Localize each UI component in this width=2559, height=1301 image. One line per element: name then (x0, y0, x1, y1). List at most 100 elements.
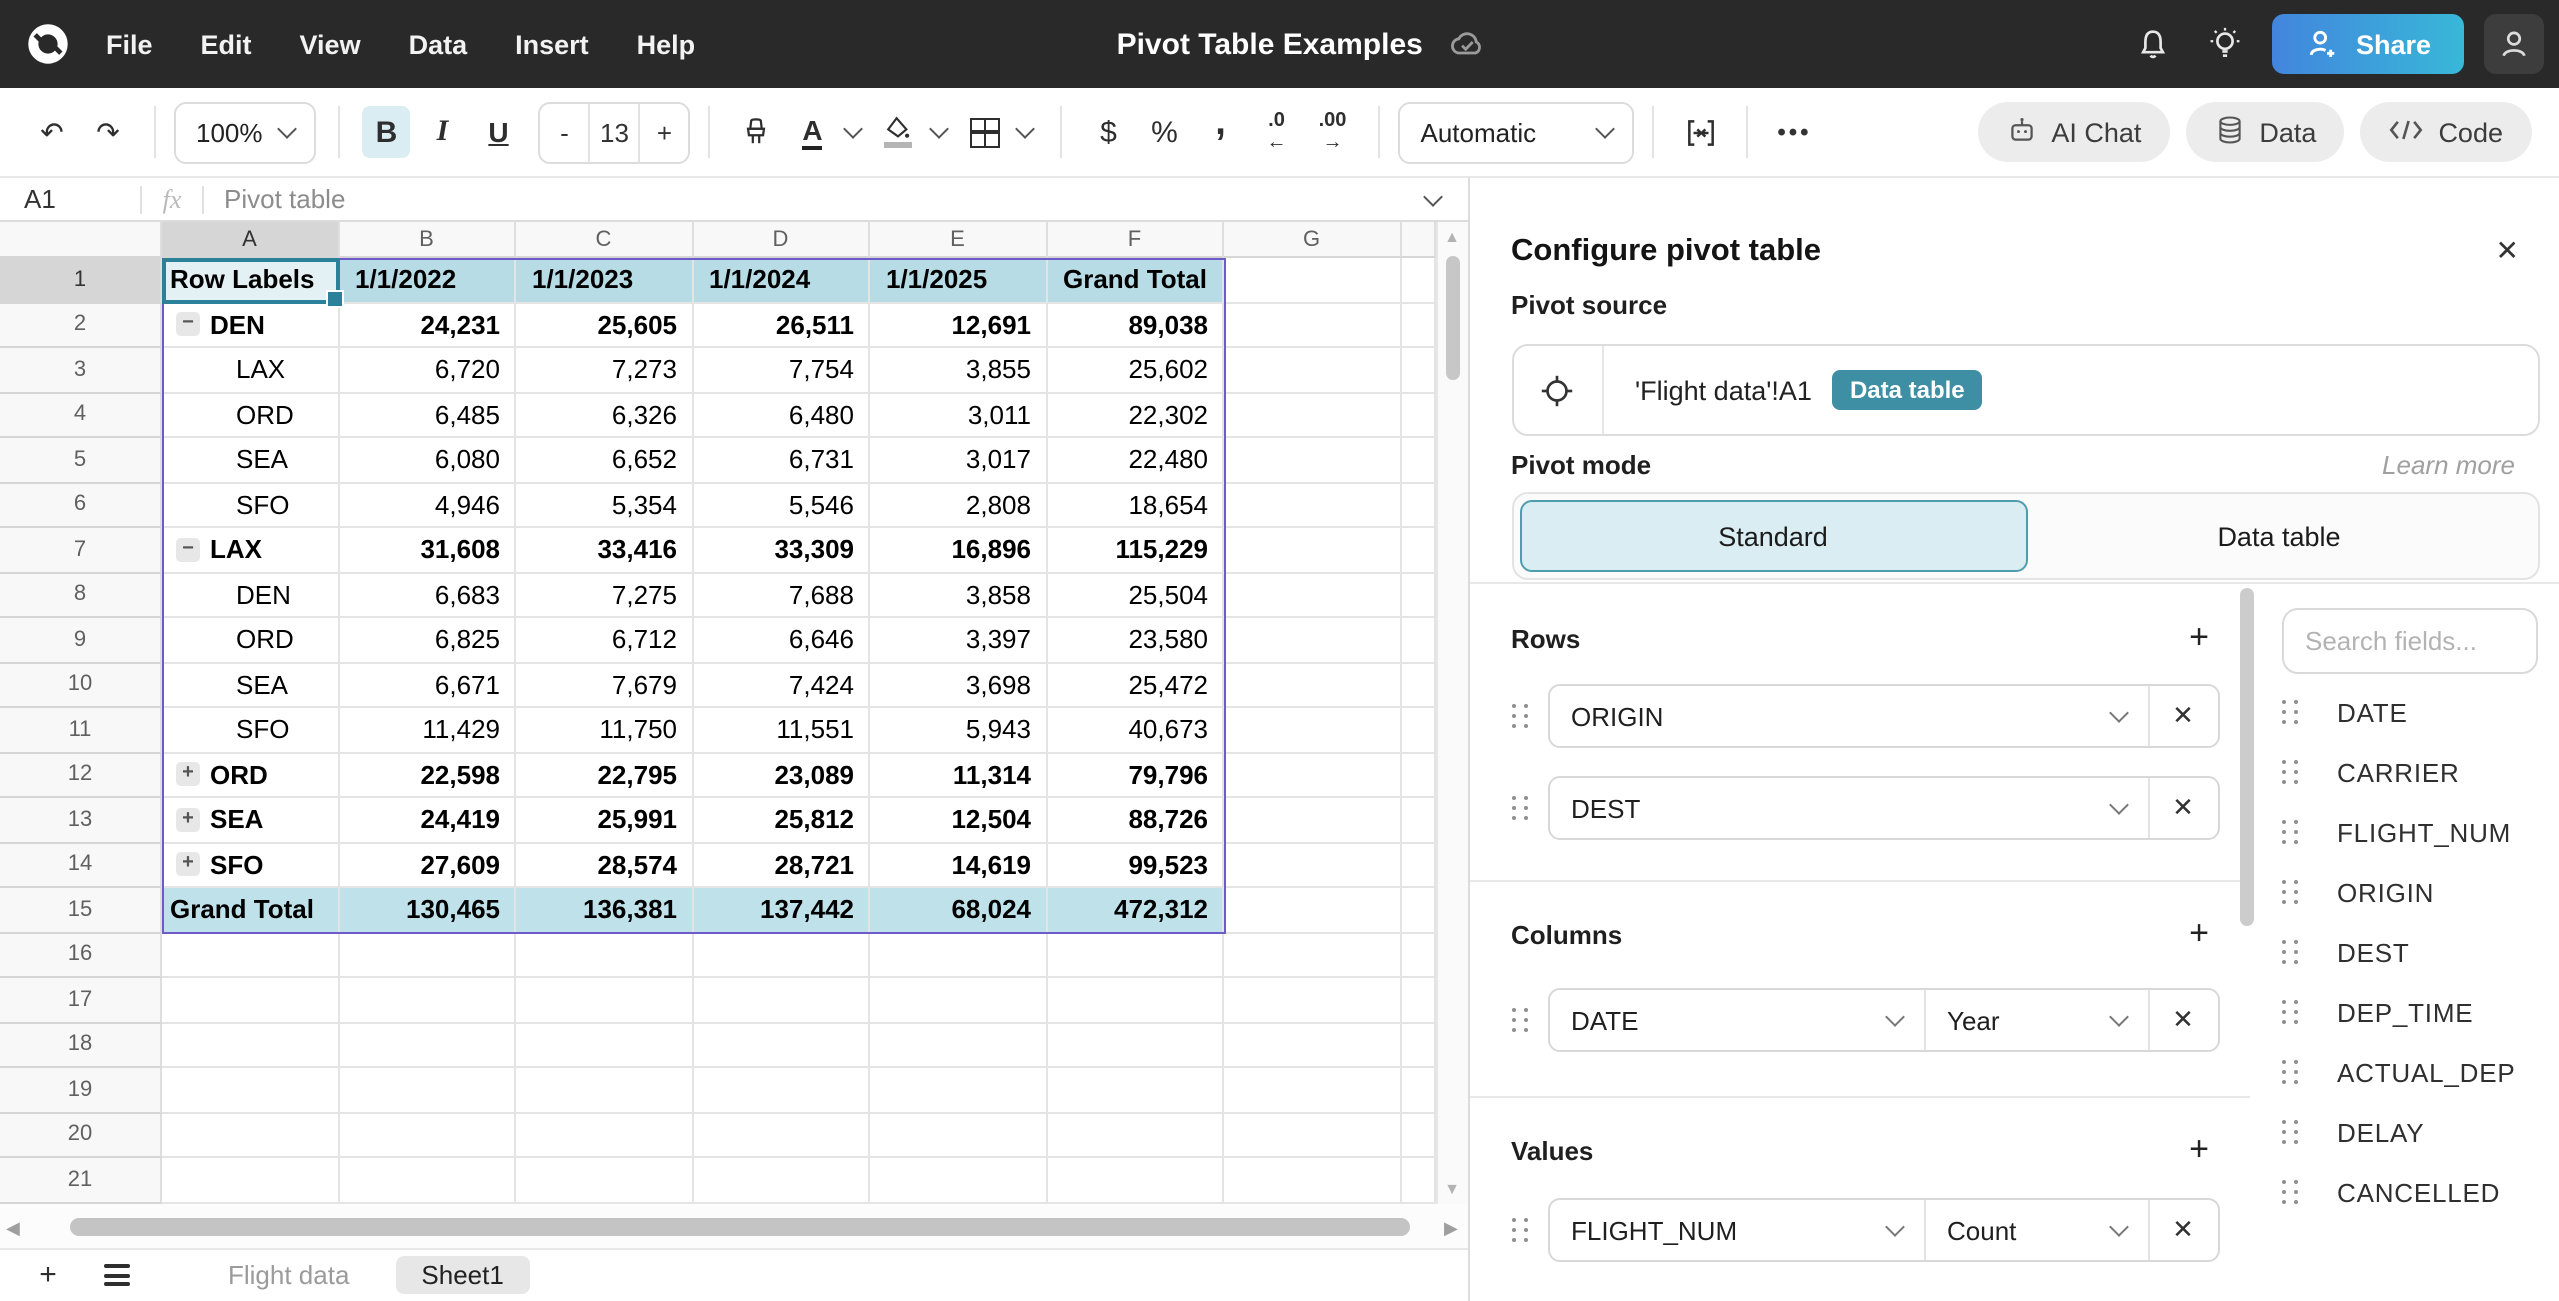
close-icon[interactable]: ✕ (2496, 234, 2519, 268)
drag-handle-icon[interactable] (2281, 759, 2299, 785)
cell-C20[interactable] (516, 1113, 693, 1158)
cell-D15[interactable]: 137,442 (693, 888, 870, 933)
cell-B12[interactable]: 22,598 (339, 753, 516, 798)
cell-G7[interactable] (1224, 528, 1401, 573)
cell-D17[interactable] (693, 978, 870, 1023)
row-header-10[interactable]: 10 (0, 663, 162, 708)
cell-A9[interactable]: ORD (162, 618, 339, 663)
cell-E3[interactable]: 3,855 (870, 348, 1047, 393)
column-header-B[interactable]: B (339, 222, 516, 258)
sheet-tab-flight-data[interactable]: Flight data (202, 1257, 375, 1295)
underline-button[interactable]: U (475, 106, 523, 158)
cell-D16[interactable] (693, 933, 870, 978)
cell-B21[interactable] (339, 1158, 516, 1203)
cell-D3[interactable]: 7,754 (693, 348, 870, 393)
row-header-11[interactable]: 11 (0, 708, 162, 753)
cell-A7[interactable]: −LAX (162, 528, 339, 573)
cell-C1[interactable]: 1/1/2023 (516, 258, 693, 303)
cell-A1[interactable]: Row Labels (162, 258, 339, 303)
cell-G3[interactable] (1224, 348, 1401, 393)
cell-D4[interactable]: 6,480 (693, 393, 870, 438)
cell-A11[interactable]: SFO (162, 708, 339, 753)
row-header-8[interactable]: 8 (0, 573, 162, 618)
cell-G17[interactable] (1224, 978, 1401, 1023)
drag-handle-icon[interactable] (2281, 879, 2299, 905)
row-header-3[interactable]: 3 (0, 348, 162, 393)
notifications-bell-icon[interactable] (2128, 18, 2180, 70)
cell-F6[interactable]: 18,654 (1047, 483, 1224, 528)
cell-B3[interactable]: 6,720 (339, 348, 516, 393)
menu-file[interactable]: File (106, 29, 153, 59)
cell-G20[interactable] (1224, 1113, 1401, 1158)
cell-B2[interactable]: 24,231 (339, 303, 516, 348)
cell-A6[interactable]: SFO (162, 483, 339, 528)
row-toggle-expand[interactable]: + (176, 853, 200, 877)
cell-F2[interactable]: 89,038 (1047, 303, 1224, 348)
drag-handle-icon[interactable] (2281, 939, 2299, 965)
cell-B15[interactable]: 130,465 (339, 888, 516, 933)
menu-insert[interactable]: Insert (515, 29, 589, 59)
comma-format-button[interactable]: , (1197, 98, 1245, 166)
cell-A16[interactable] (162, 933, 339, 978)
field-item-dep_time[interactable]: DEP_TIME (2281, 982, 2559, 1042)
field-item-dest[interactable]: DEST (2281, 922, 2559, 982)
cell-C21[interactable] (516, 1158, 693, 1203)
row-header-18[interactable]: 18 (0, 1023, 162, 1068)
cell-B16[interactable] (339, 933, 516, 978)
cell-A8[interactable]: DEN (162, 573, 339, 618)
cell-C10[interactable]: 7,679 (516, 663, 693, 708)
field-item-origin[interactable]: ORIGIN (2281, 862, 2559, 922)
cell-D19[interactable] (693, 1068, 870, 1113)
cell-B10[interactable]: 6,671 (339, 663, 516, 708)
cell-B13[interactable]: 24,419 (339, 798, 516, 843)
cell-D5[interactable]: 6,731 (693, 438, 870, 483)
horizontal-scrollbar[interactable]: ◀ ▶ (0, 1203, 1467, 1250)
cell-B14[interactable]: 27,609 (339, 843, 516, 888)
formula-input[interactable]: Pivot table (204, 184, 345, 214)
cell-G11[interactable] (1224, 708, 1401, 753)
cell-reference-box[interactable]: A1 (0, 184, 140, 214)
cell-E17[interactable] (870, 978, 1047, 1023)
drag-handle-icon[interactable] (2281, 999, 2299, 1025)
text-color-chevron-icon[interactable] (844, 119, 864, 139)
field-item-cancelled[interactable]: CANCELLED (2281, 1162, 2559, 1222)
cell-D2[interactable]: 26,511 (693, 303, 870, 348)
learn-more-link[interactable]: Learn more (2382, 450, 2515, 480)
cell-C12[interactable]: 22,795 (516, 753, 693, 798)
field-name-select[interactable]: DATE (1549, 990, 1923, 1050)
ai-chat-panel-button[interactable]: AI Chat (1977, 102, 2169, 162)
cell-E16[interactable] (870, 933, 1047, 978)
menu-view[interactable]: View (300, 29, 361, 59)
row-header-14[interactable]: 14 (0, 843, 162, 888)
cell-A20[interactable] (162, 1113, 339, 1158)
cell-C17[interactable] (516, 978, 693, 1023)
cell-B20[interactable] (339, 1113, 516, 1158)
column-header-A[interactable]: A (162, 222, 339, 258)
cell-B7[interactable]: 31,608 (339, 528, 516, 573)
cell-D10[interactable]: 7,424 (693, 663, 870, 708)
add-field-button[interactable]: + (2179, 1130, 2219, 1170)
cell-F4[interactable]: 22,302 (1047, 393, 1224, 438)
cell-G8[interactable] (1224, 573, 1401, 618)
cell-F9[interactable]: 23,580 (1047, 618, 1224, 663)
cell-A19[interactable] (162, 1068, 339, 1113)
cell-G12[interactable] (1224, 753, 1401, 798)
field-item-carrier[interactable]: CARRIER (2281, 742, 2559, 802)
pivot-mode-option-data-table[interactable]: Data table (2027, 500, 2531, 572)
remove-field-button[interactable]: ✕ (2147, 1200, 2217, 1260)
drag-handle-icon[interactable] (1511, 1217, 1529, 1243)
drag-handle-icon[interactable] (2281, 1119, 2299, 1145)
field-item-actual_dep[interactable]: ACTUAL_DEP (2281, 1042, 2559, 1102)
field-name-select[interactable]: FLIGHT_NUM (1549, 1200, 1923, 1260)
italic-button[interactable]: I (419, 106, 467, 158)
cell-E12[interactable]: 11,314 (870, 753, 1047, 798)
row-header-9[interactable]: 9 (0, 618, 162, 663)
text-overflow-icon[interactable] (1677, 106, 1725, 158)
cell-D14[interactable]: 28,721 (693, 843, 870, 888)
field-aggregation-select[interactable]: Count (1923, 1200, 2147, 1260)
drag-handle-icon[interactable] (2281, 699, 2299, 725)
cell-A18[interactable] (162, 1023, 339, 1068)
remove-field-button[interactable]: ✕ (2147, 686, 2217, 746)
column-header-E[interactable]: E (870, 222, 1047, 258)
row-header-15[interactable]: 15 (0, 888, 162, 933)
